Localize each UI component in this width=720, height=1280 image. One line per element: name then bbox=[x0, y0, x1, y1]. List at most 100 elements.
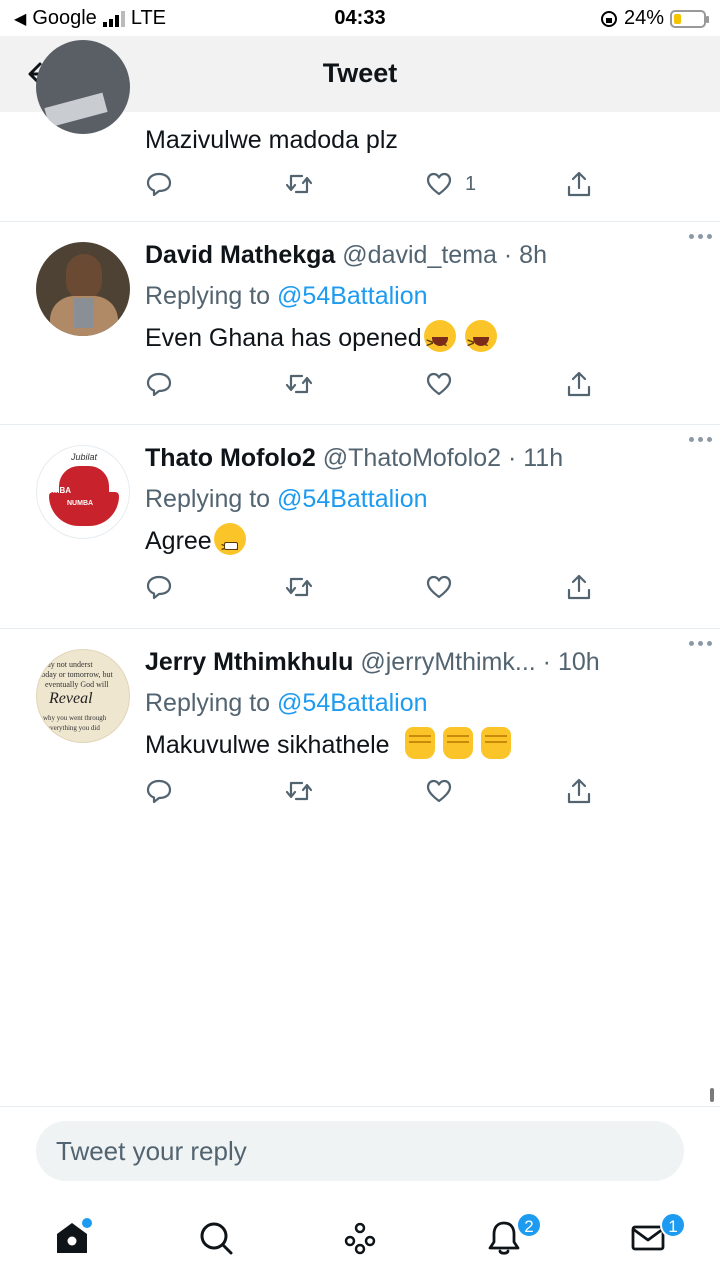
like-button[interactable] bbox=[425, 777, 453, 805]
author-name[interactable]: David Mathekga bbox=[145, 241, 335, 269]
mention-link[interactable]: @54Battalion bbox=[277, 689, 427, 717]
avatar[interactable] bbox=[36, 242, 130, 336]
tab-messages[interactable]: 1 bbox=[624, 1212, 686, 1262]
notification-badge: 2 bbox=[516, 1212, 542, 1238]
spaces-icon bbox=[344, 1222, 376, 1255]
more-options-icon[interactable] bbox=[689, 234, 712, 239]
messages-badge: 1 bbox=[660, 1212, 686, 1238]
tweet-text-line: Even Ghana has opened bbox=[145, 318, 692, 363]
tweet[interactable]: Jubilat INUMBA NUMBA Thato Mofolo2 @That… bbox=[0, 425, 720, 629]
like-count: 1 bbox=[465, 172, 477, 195]
mention-link[interactable]: @54Battalion bbox=[277, 282, 427, 310]
tweet-text: Even Ghana has opened bbox=[145, 324, 422, 352]
share-icon bbox=[567, 171, 591, 197]
reply-button[interactable] bbox=[145, 777, 173, 805]
face-with-steam-emoji bbox=[213, 523, 246, 567]
avatar-text: why you went through bbox=[43, 714, 107, 722]
retweet-icon bbox=[285, 374, 313, 394]
reply-button[interactable] bbox=[145, 370, 173, 398]
comment-icon bbox=[146, 172, 172, 197]
avatar[interactable] bbox=[36, 40, 130, 134]
avatar[interactable]: may not underst today or tomorrow, but e… bbox=[36, 649, 130, 743]
like-button[interactable] bbox=[425, 370, 453, 398]
tweet-text-line: Agree bbox=[145, 521, 692, 567]
heart-icon bbox=[426, 372, 452, 396]
author-name[interactable]: Thato Mofolo2 bbox=[145, 444, 316, 472]
raised-fist-emoji bbox=[404, 727, 435, 759]
reply-list[interactable]: Mazivulwe madoda plz 1 David Mathekga @d… bbox=[0, 40, 720, 829]
like-button[interactable]: 1 bbox=[425, 170, 476, 198]
share-icon bbox=[567, 778, 591, 804]
heart-icon bbox=[426, 575, 452, 599]
avatar[interactable]: Jubilat INUMBA NUMBA bbox=[36, 445, 130, 539]
heart-icon bbox=[426, 172, 452, 196]
retweet-icon bbox=[285, 781, 313, 801]
search-icon bbox=[200, 1222, 233, 1255]
new-content-dot bbox=[82, 1218, 92, 1228]
share-icon bbox=[567, 574, 591, 600]
author-name[interactable]: Jerry Mthimkhulu bbox=[145, 648, 353, 676]
avatar-text: Jubilat bbox=[70, 452, 97, 462]
replying-to: Replying to @54Battalion bbox=[145, 685, 692, 721]
avatar-text: everything you did bbox=[47, 724, 100, 732]
more-options-icon[interactable] bbox=[689, 437, 712, 442]
tab-notifications[interactable]: 2 bbox=[480, 1212, 542, 1262]
avatar-text: may not underst bbox=[41, 660, 93, 669]
status-bar: ◀ Google LTE 04:33 24% bbox=[0, 0, 720, 36]
replying-prefix: Replying to bbox=[145, 485, 271, 513]
reply-button[interactable] bbox=[145, 573, 173, 601]
reply-composer bbox=[0, 1106, 720, 1200]
tweet-text: Makuvulwe sikhathele bbox=[145, 731, 390, 759]
more-options-icon[interactable] bbox=[689, 641, 712, 646]
tweet[interactable]: David Mathekga @david_tema · 8h Replying… bbox=[0, 222, 720, 425]
avatar-text: today or tomorrow, but bbox=[39, 670, 113, 679]
tweet-time: · 11h bbox=[507, 444, 564, 472]
tab-home[interactable] bbox=[48, 1214, 96, 1262]
tweet-text: Agree bbox=[145, 527, 212, 555]
tweet-time: · 8h bbox=[503, 241, 547, 269]
author-handle[interactable]: @jerryMthimk... bbox=[360, 648, 535, 676]
tweet[interactable]: may not underst today or tomorrow, but e… bbox=[0, 629, 720, 829]
retweet-button[interactable] bbox=[285, 777, 313, 805]
avatar-text: Reveal bbox=[49, 690, 93, 707]
bottom-tab-bar: 2 1 bbox=[0, 1200, 720, 1280]
battery-percent: 24% bbox=[623, 7, 664, 29]
tweet-text-line: Makuvulwe sikhathele bbox=[145, 725, 692, 765]
comment-icon bbox=[146, 779, 172, 804]
tab-spaces[interactable] bbox=[336, 1214, 384, 1262]
comment-icon bbox=[146, 372, 172, 397]
share-button[interactable] bbox=[565, 777, 593, 805]
tab-search[interactable] bbox=[192, 1214, 240, 1262]
grinning-squinting-face-emoji bbox=[423, 320, 456, 363]
avatar-text: NUMBA bbox=[67, 500, 94, 507]
retweet-button[interactable] bbox=[285, 573, 313, 601]
author-handle[interactable]: @ThatoMofolo2 bbox=[323, 444, 501, 472]
raised-fist-emoji bbox=[442, 727, 473, 759]
grinning-squinting-face-emoji bbox=[464, 320, 497, 363]
tweet[interactable]: Mazivulwe madoda plz 1 bbox=[0, 40, 720, 222]
heart-icon bbox=[426, 779, 452, 803]
retweet-button[interactable] bbox=[285, 170, 313, 198]
replying-prefix: Replying to bbox=[145, 282, 271, 310]
share-icon bbox=[567, 371, 591, 397]
raised-fist-emoji bbox=[480, 727, 511, 759]
retweet-button[interactable] bbox=[285, 370, 313, 398]
share-button[interactable] bbox=[565, 370, 593, 398]
rotation-lock-icon bbox=[600, 10, 617, 27]
replying-prefix: Replying to bbox=[145, 689, 271, 717]
avatar-text: eventually God will bbox=[45, 680, 109, 689]
replying-to: Replying to @54Battalion bbox=[145, 278, 692, 314]
avatar-text: INUMBA bbox=[39, 486, 71, 495]
author-handle[interactable]: @david_tema bbox=[342, 241, 497, 269]
like-button[interactable] bbox=[425, 573, 453, 601]
comment-icon bbox=[146, 575, 172, 600]
tweet-time: · 10h bbox=[542, 648, 600, 676]
retweet-icon bbox=[285, 577, 313, 597]
reply-button[interactable] bbox=[145, 170, 173, 198]
reply-input[interactable] bbox=[36, 1121, 684, 1181]
battery-icon bbox=[670, 9, 709, 28]
mention-link[interactable]: @54Battalion bbox=[277, 485, 427, 513]
share-button[interactable] bbox=[565, 170, 593, 198]
scrollbar[interactable] bbox=[710, 1088, 714, 1102]
share-button[interactable] bbox=[565, 573, 593, 601]
